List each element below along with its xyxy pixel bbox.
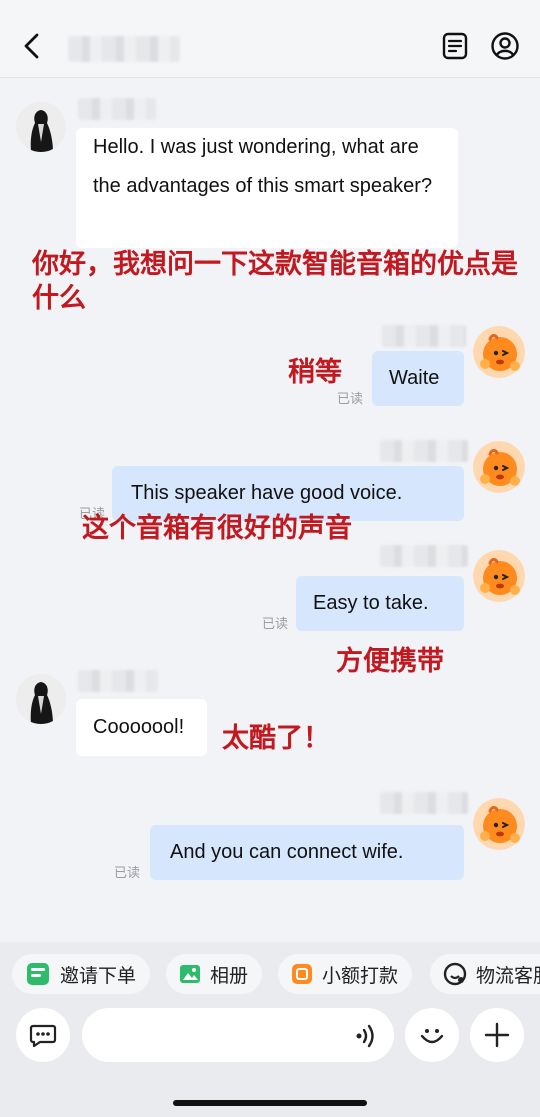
chat-header bbox=[0, 0, 540, 78]
message-input-bar bbox=[0, 1002, 540, 1117]
seller-name-blurred bbox=[380, 440, 468, 462]
order-invite-icon bbox=[27, 963, 49, 985]
read-status: 已读 bbox=[114, 865, 141, 880]
message-input[interactable] bbox=[82, 1008, 394, 1062]
quick-action-album[interactable]: 相册 bbox=[166, 954, 263, 994]
small-payment-icon bbox=[292, 964, 312, 984]
chip-label: 相册 bbox=[210, 964, 249, 987]
message-bubble-incoming[interactable]: Hello. I was just wondering, what are th… bbox=[76, 128, 458, 248]
customer-avatar[interactable] bbox=[16, 674, 66, 724]
translation-annotation: 这个音箱有很好的声音 bbox=[82, 513, 352, 544]
seller-name-blurred bbox=[380, 545, 468, 567]
chat-mode-icon bbox=[29, 1024, 57, 1048]
plus-icon bbox=[484, 1022, 510, 1048]
seller-avatar[interactable] bbox=[473, 326, 525, 378]
chip-label: 邀请下单 bbox=[60, 964, 137, 987]
quick-action-invite-order[interactable]: 邀请下单 bbox=[12, 954, 151, 994]
emoji-icon bbox=[420, 1029, 444, 1044]
contact-name-blurred bbox=[68, 36, 180, 62]
photo-album-icon bbox=[180, 965, 200, 983]
message-bubble-outgoing[interactable]: Easy to take. bbox=[296, 576, 464, 631]
read-status: 已读 bbox=[262, 616, 289, 631]
more-actions-button[interactable] bbox=[470, 1008, 524, 1062]
translation-annotation: 方便携带 bbox=[336, 646, 444, 677]
quick-action-logistics-service[interactable]: 物流客服 bbox=[430, 954, 540, 994]
customer-avatar[interactable] bbox=[16, 102, 66, 152]
message-bubble-outgoing[interactable]: And you can connect wife. bbox=[150, 825, 464, 880]
translation-annotation: 你好，我想问一下这款智能音箱的优点是什么 bbox=[32, 249, 518, 314]
user-profile-icon[interactable] bbox=[489, 30, 521, 62]
seller-avatar[interactable] bbox=[473, 798, 525, 850]
chevron-left-icon[interactable] bbox=[18, 30, 46, 62]
emoji-button[interactable] bbox=[405, 1008, 459, 1062]
quick-action-small-payment[interactable]: 小额打款 bbox=[278, 954, 413, 994]
translation-annotation: 太酷了！ bbox=[222, 723, 330, 754]
notes-icon[interactable] bbox=[439, 30, 471, 62]
voice-icon[interactable] bbox=[352, 1022, 382, 1050]
seller-avatar[interactable] bbox=[473, 550, 525, 602]
message-bubble-outgoing[interactable]: Waite bbox=[372, 351, 464, 406]
home-indicator bbox=[173, 1100, 367, 1106]
seller-avatar[interactable] bbox=[473, 441, 525, 493]
translation-annotation: 稍等 bbox=[288, 357, 342, 388]
read-status: 已读 bbox=[337, 391, 364, 406]
chat-mode-button[interactable] bbox=[16, 1008, 70, 1062]
customer-name-blurred bbox=[78, 670, 158, 692]
customer-name-blurred bbox=[78, 98, 156, 120]
quick-actions-bar: 邀请下单 相册 小额打款 物流客服 bbox=[0, 942, 540, 1002]
chip-label: 小额打款 bbox=[322, 964, 399, 987]
seller-name-blurred bbox=[382, 325, 466, 347]
seller-name-blurred bbox=[380, 792, 468, 814]
logistics-service-icon bbox=[443, 962, 467, 986]
chip-label: 物流客服 bbox=[476, 964, 540, 987]
message-bubble-incoming[interactable]: Cooooool! bbox=[76, 699, 207, 756]
